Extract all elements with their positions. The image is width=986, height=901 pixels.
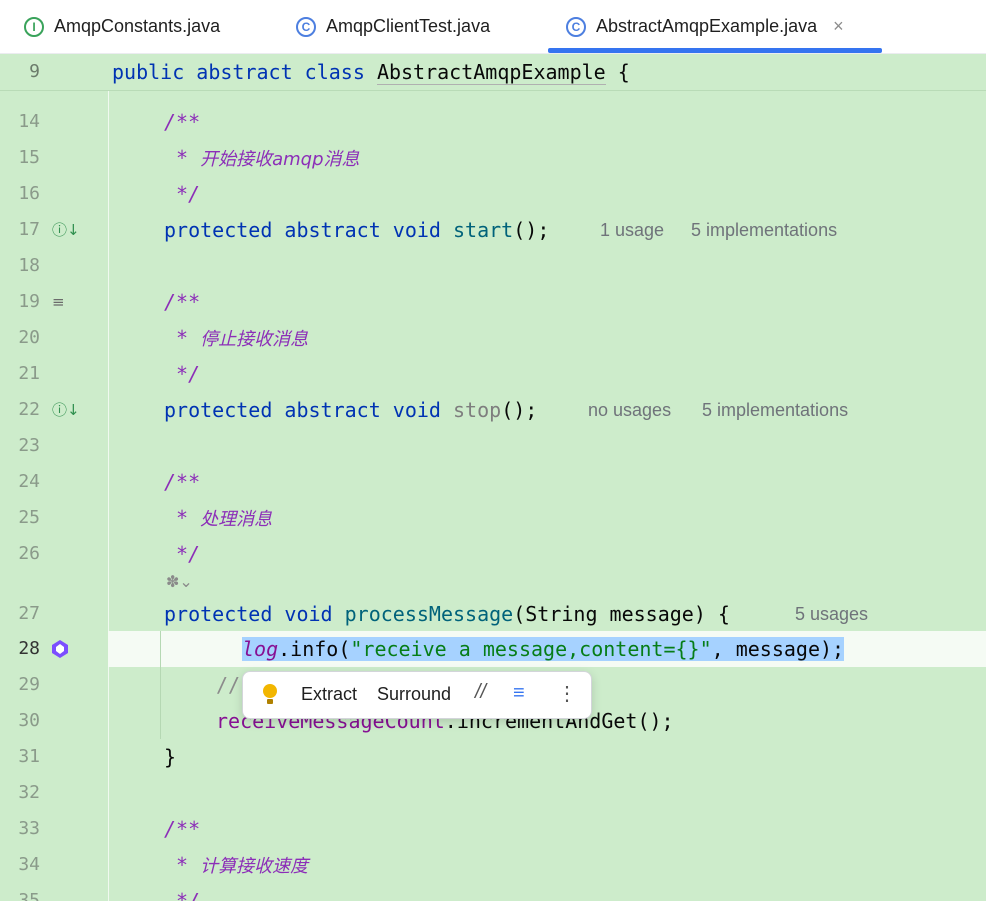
close-icon[interactable]: × <box>833 16 844 37</box>
tab-amqp-constants[interactable]: I AmqpConstants.java <box>24 0 220 53</box>
line-number: 35 <box>18 890 40 901</box>
code-line[interactable]: 34 * 计算接收速度 <box>0 847 986 883</box>
line-number: 19 <box>18 291 40 312</box>
lightbulb-icon[interactable] <box>263 684 277 698</box>
editor-tab-bar: I AmqpConstants.java C AmqpClientTest.ja… <box>0 0 986 54</box>
code-line[interactable]: 25 * 处理消息 <box>0 500 986 536</box>
code-line[interactable]: 31 } <box>0 739 986 775</box>
method-declaration: protected abstract void stop(); <box>164 398 538 422</box>
code-line[interactable]: 32 <box>0 775 986 811</box>
line-number: 26 <box>18 543 40 564</box>
lightbulb-base <box>267 699 273 704</box>
code-line[interactable]: 28 log.info("receive a message,content={… <box>0 631 986 667</box>
line-number: 21 <box>18 363 40 384</box>
code-line[interactable]: 24 /** <box>0 464 986 500</box>
extract-button[interactable]: Extract <box>301 684 357 705</box>
selected-code[interactable]: log.info("receive a message,content={}",… <box>242 631 845 667</box>
line-number: 15 <box>18 147 40 168</box>
line-number: 34 <box>18 854 40 875</box>
tab-label: AmqpConstants.java <box>54 16 221 36</box>
line-number: 24 <box>18 471 40 492</box>
surround-button[interactable]: Surround <box>377 684 451 705</box>
line-number: 28 <box>18 638 40 659</box>
code-line[interactable]: 33 /** <box>0 811 986 847</box>
format-icon[interactable]: ≡ <box>513 682 525 705</box>
code-line[interactable]: 26 */ <box>0 536 986 572</box>
doc-comment: /** <box>164 817 201 841</box>
line-number: 18 <box>18 255 40 276</box>
doc-comment: /** <box>164 110 201 134</box>
code-line[interactable]: 15 * 开始接收amqp消息 <box>0 140 986 176</box>
code-line[interactable]: 20 * 停止接收消息 <box>0 320 986 356</box>
comment-icon[interactable]: // <box>475 681 486 704</box>
line-number: 22 <box>18 399 40 420</box>
line-number: 32 <box>18 782 40 803</box>
implementations-hint[interactable]: 5 implementations <box>691 212 837 248</box>
line-number: 27 <box>18 603 40 624</box>
line-number: 16 <box>18 183 40 204</box>
code-line[interactable]: 35 */ <box>0 883 986 901</box>
indent-guide <box>160 631 161 739</box>
doc-comment: * 开始接收amqp消息 <box>176 146 360 170</box>
code-line[interactable]: 22 ⓘ↓ protected abstract void stop(); no… <box>0 392 986 428</box>
code-line[interactable]: 16 */ <box>0 176 986 212</box>
tab-label: AbstractAmqpExample.java <box>596 16 818 36</box>
code-line[interactable]: 19 ≡ /** <box>0 284 986 320</box>
implemented-method-icon[interactable]: ⓘ↓ <box>52 212 80 248</box>
doc-comment: */ <box>176 182 201 206</box>
doc-comment: * 处理消息 <box>176 506 273 530</box>
code-line[interactable]: 23 <box>0 428 986 464</box>
line-number: 23 <box>18 435 40 456</box>
tab-label: AmqpClientTest.java <box>326 16 491 36</box>
code-line[interactable]: 21 */ <box>0 356 986 392</box>
line-number: 20 <box>18 327 40 348</box>
closing-brace: } <box>164 745 177 769</box>
doc-comment: */ <box>176 362 201 386</box>
interface-icon: I <box>24 16 44 37</box>
code-line[interactable]: 17 ⓘ↓ protected abstract void start(); 1… <box>0 212 986 248</box>
doc-comment: /** <box>164 290 201 314</box>
line-number: 25 <box>18 507 40 528</box>
implemented-method-icon[interactable]: ⓘ↓ <box>52 392 80 428</box>
line-comment: // <box>216 673 241 697</box>
class-declaration: public abstract class AbstractAmqpExampl… <box>112 60 630 85</box>
usages-hint[interactable]: 1 usage <box>600 212 664 248</box>
doc-comment: * 计算接收速度 <box>176 853 309 877</box>
tab-abstract-amqp-example[interactable]: C AbstractAmqpExample.java × <box>566 0 844 53</box>
code-editor[interactable]: 9 public abstract class AbstractAmqpExam… <box>0 54 986 901</box>
floating-toolbar: Extract Surround // ≡ ⋮ <box>242 671 592 719</box>
ai-assistant-icon[interactable] <box>50 639 70 659</box>
line-number: 30 <box>18 710 40 731</box>
ai-assistant-icon[interactable]: ✽⌄ <box>166 572 206 594</box>
class-icon: C <box>566 16 586 37</box>
doc-comment: */ <box>176 542 201 566</box>
code-line[interactable]: 18 <box>0 248 986 284</box>
active-tab-indicator <box>548 48 882 53</box>
usages-hint[interactable]: 5 usages <box>795 596 868 632</box>
line-number: 17 <box>18 219 40 240</box>
sticky-class-header[interactable]: 9 public abstract class AbstractAmqpExam… <box>0 54 986 91</box>
code-line[interactable]: 27 protected void processMessage(String … <box>0 596 986 632</box>
tab-amqp-client-test[interactable]: C AmqpClientTest.java <box>296 0 490 53</box>
line-number: 9 <box>29 61 40 82</box>
more-options-icon[interactable]: ⋮ <box>557 681 577 706</box>
line-number: 29 <box>18 674 40 695</box>
line-number: 14 <box>18 111 40 132</box>
doc-comment: /** <box>164 470 201 494</box>
line-number: 33 <box>18 818 40 839</box>
class-icon: C <box>296 16 316 37</box>
usages-hint[interactable]: no usages <box>588 392 671 428</box>
line-number: 31 <box>18 746 40 767</box>
doc-comment: */ <box>176 889 201 901</box>
implementations-hint[interactable]: 5 implementations <box>702 392 848 428</box>
method-declaration: protected abstract void start(); <box>164 218 550 242</box>
doc-icon[interactable]: ≡ <box>52 284 65 320</box>
doc-comment: * 停止接收消息 <box>176 326 309 350</box>
code-line[interactable]: 14 /** <box>0 104 986 140</box>
method-declaration: protected void processMessage(String mes… <box>164 602 730 626</box>
